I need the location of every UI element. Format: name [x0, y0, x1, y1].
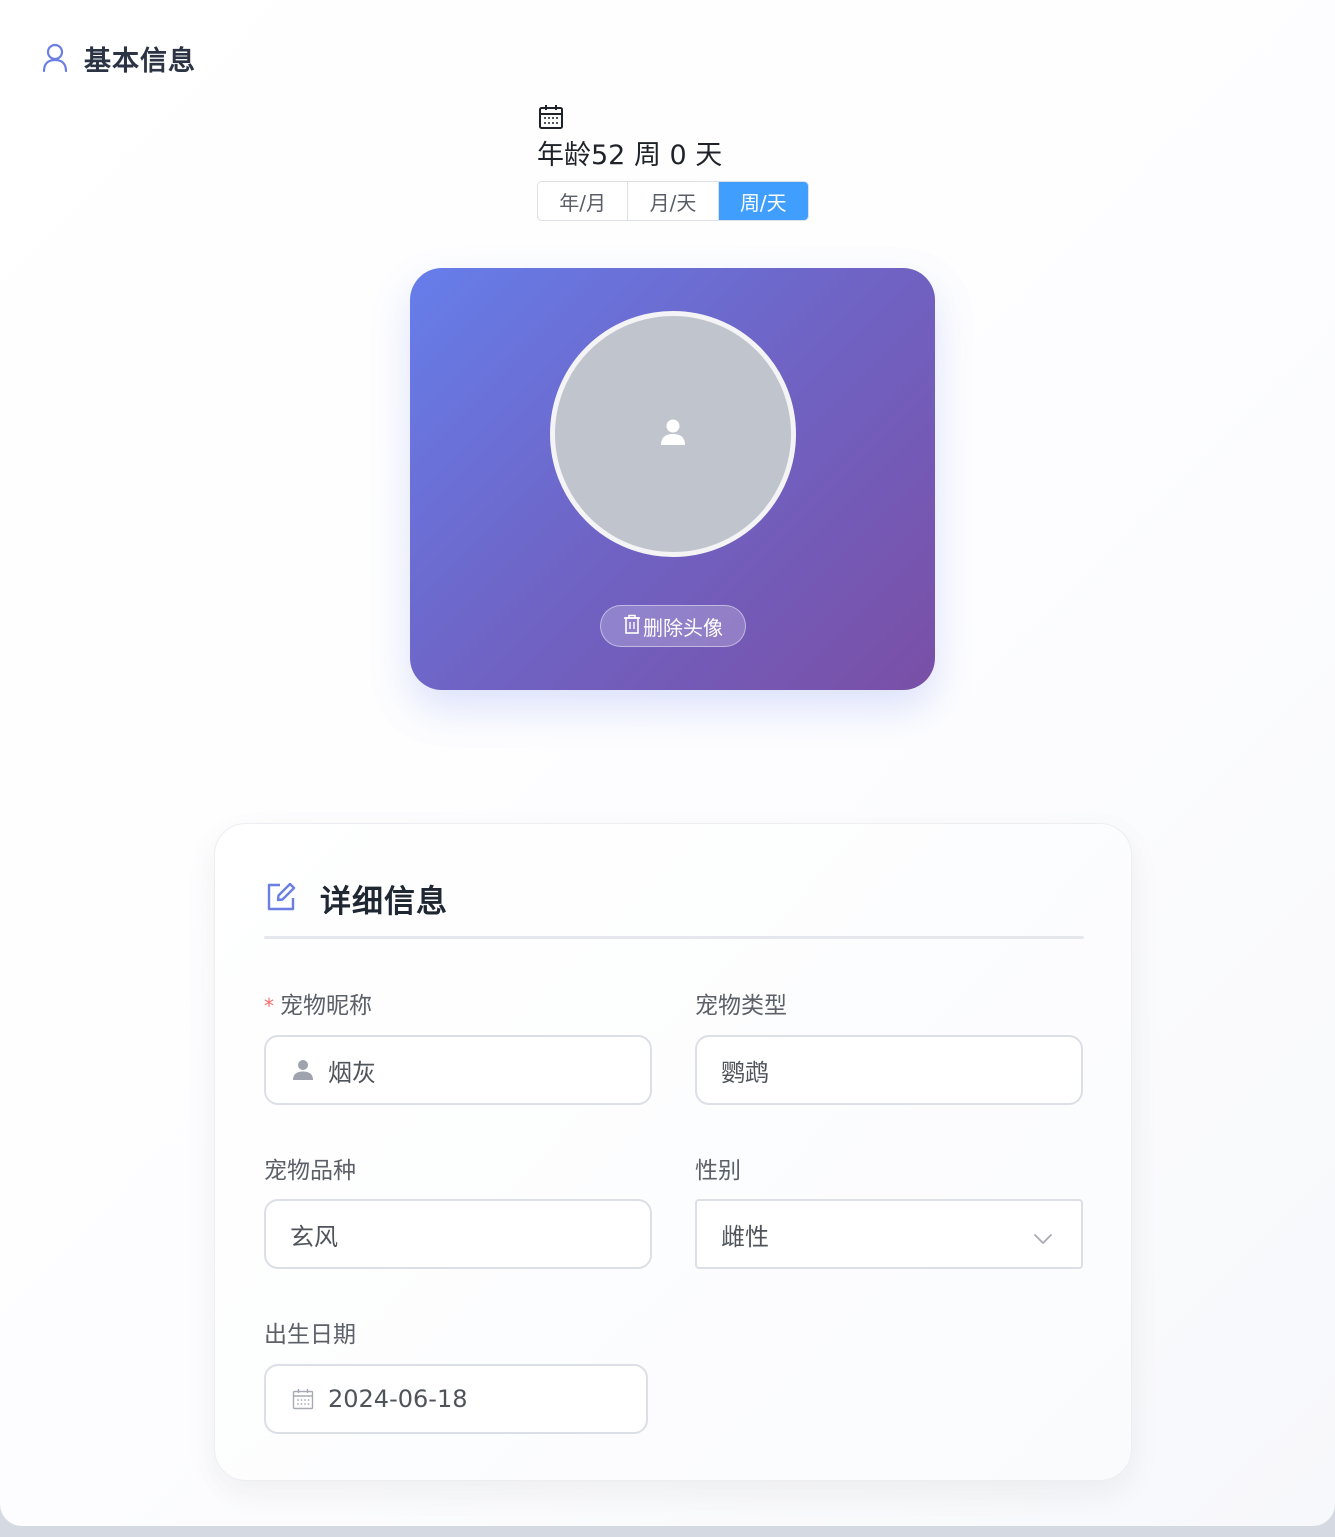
birth-date-picker[interactable]: 2024-06-18 — [264, 1364, 648, 1434]
detail-header: 详细信息 — [264, 876, 448, 921]
required-mark: * — [264, 994, 274, 1018]
chevron-down-icon — [1033, 1224, 1053, 1252]
trash-icon — [623, 614, 643, 639]
breed-value: 玄风 — [290, 1222, 338, 1251]
type-input[interactable]: 鹦鹉 — [695, 1035, 1083, 1105]
age-unit-year-month[interactable]: 年/月 — [538, 182, 629, 220]
birth-date-label: 出生日期 — [264, 1322, 356, 1348]
delete-avatar-label: 删除头像 — [643, 615, 723, 640]
edit-icon — [264, 880, 298, 918]
gender-value: 雌性 — [721, 1222, 769, 1251]
user-icon — [290, 1059, 316, 1081]
avatar[interactable] — [550, 311, 796, 557]
age-unit-toggle: 年/月 月/天 周/天 — [537, 181, 809, 221]
nickname-input[interactable]: 烟灰 — [264, 1035, 652, 1105]
age-unit-month-day[interactable]: 月/天 — [628, 182, 719, 220]
age-text: 年龄52 周 0 天 — [537, 140, 723, 171]
user-placeholder-icon — [660, 418, 686, 450]
detail-divider — [264, 936, 1084, 939]
avatar-card: 删除头像 — [410, 268, 935, 690]
breed-input[interactable]: 玄风 — [264, 1199, 652, 1269]
calendar-icon — [290, 1388, 316, 1410]
basic-info-header: 基本信息 — [40, 38, 196, 78]
basic-info-title: 基本信息 — [84, 45, 196, 77]
user-icon — [40, 43, 70, 73]
gender-label: 性别 — [695, 1158, 741, 1184]
page: 基本信息 年龄52 周 0 天 年/月 月/天 周/天 删除头像 详细信息 * … — [0, 0, 1335, 1526]
birth-date-value: 2024-06-18 — [328, 1385, 468, 1413]
type-value: 鹦鹉 — [721, 1058, 769, 1087]
delete-avatar-button[interactable]: 删除头像 — [600, 605, 746, 647]
nickname-label: * 宠物昵称 — [264, 993, 372, 1019]
age-block: 年龄52 周 0 天 年/月 月/天 周/天 — [537, 103, 809, 221]
age-unit-week-day[interactable]: 周/天 — [718, 182, 808, 220]
breed-label: 宠物品种 — [264, 1158, 356, 1184]
calendar-icon — [537, 103, 809, 131]
gender-select[interactable]: 雌性 — [695, 1199, 1083, 1269]
type-label: 宠物类型 — [695, 993, 787, 1019]
detail-title: 详细信息 — [320, 884, 448, 920]
nickname-value: 烟灰 — [328, 1058, 376, 1087]
detail-card: 详细信息 * 宠物昵称 烟灰 宠物类型 鹦鹉 宠物品种 玄风 性别 雌性 出生日… — [214, 823, 1132, 1481]
